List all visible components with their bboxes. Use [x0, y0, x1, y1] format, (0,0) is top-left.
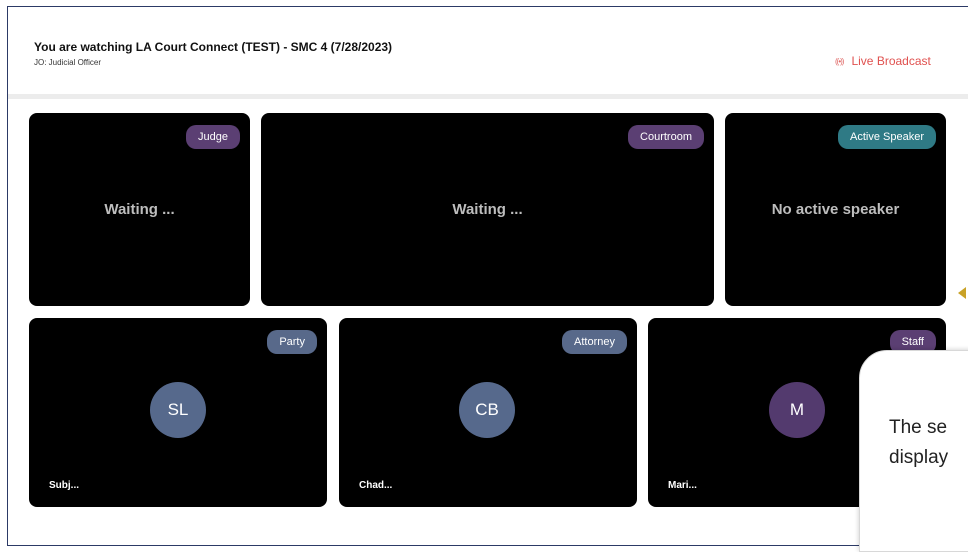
info-callout: The se display [859, 350, 968, 552]
courtroom-status: Waiting ... [452, 201, 523, 218]
active-speaker-tile[interactable]: Active Speaker No active speaker [725, 113, 946, 306]
participant-tile-party[interactable]: Party SL Subj... [29, 318, 327, 507]
arrow-left-icon[interactable] [958, 287, 966, 299]
judge-video-tile[interactable]: Judge Waiting ... [29, 113, 250, 306]
party-badge: Party [267, 330, 317, 354]
participant-name: Chad... [359, 480, 393, 491]
avatar: CB [459, 382, 515, 438]
callout-text: The se display [889, 413, 968, 473]
attorney-badge: Attorney [562, 330, 627, 354]
live-broadcast-indicator: ((•)) Live Broadcast [835, 54, 931, 68]
courtroom-video-tile[interactable]: Courtroom Waiting ... [261, 113, 714, 306]
page-title: You are watching LA Court Connect (TEST)… [34, 40, 393, 54]
avatar: M [769, 382, 825, 438]
callout-line-1: The se [889, 417, 948, 438]
active-speaker-status: No active speaker [771, 201, 900, 218]
live-broadcast-label: Live Broadcast [851, 54, 931, 68]
participant-name: Mari... [668, 480, 697, 491]
header-bar: You are watching LA Court Connect (TEST)… [8, 7, 968, 99]
avatar: SL [150, 382, 206, 438]
participant-name: Subj... [49, 480, 79, 491]
broadcast-icon: ((•)) [835, 56, 845, 66]
judicial-officer-label: JO: Judicial Officer [34, 58, 101, 67]
participant-tile-attorney[interactable]: Attorney CB Chad... [339, 318, 637, 507]
judge-status: Waiting ... [104, 201, 175, 218]
callout-line-2: display [889, 447, 949, 468]
